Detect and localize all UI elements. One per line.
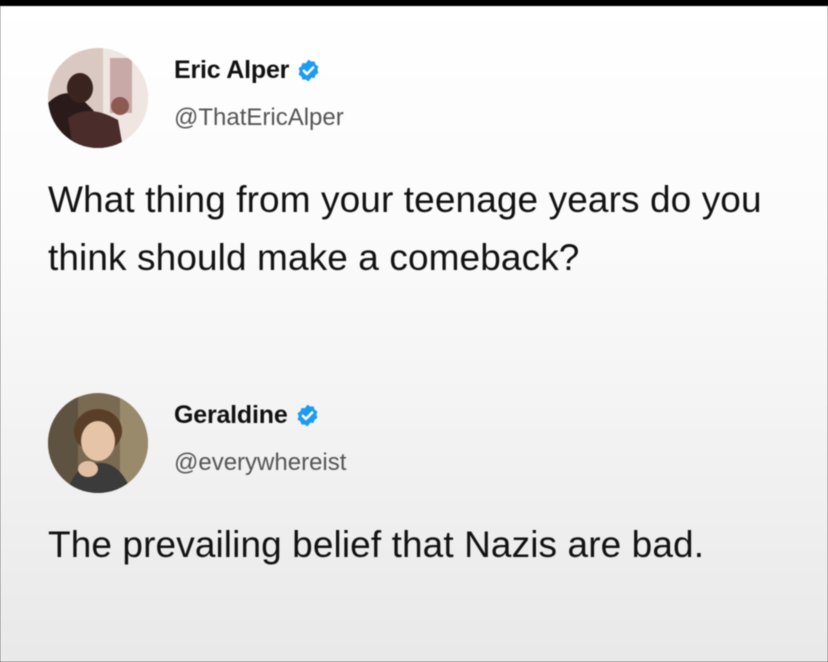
tweet-text: What thing from your teenage years do yo… [48,179,762,278]
avatar-eric-alper[interactable] [48,48,148,148]
verified-badge-icon [296,58,321,83]
tweet-text: The prevailing belief that Nazis are bad… [48,524,705,565]
display-name[interactable]: Geraldine [174,401,288,430]
display-name-row: Geraldine [174,401,320,430]
avatar-geraldine[interactable] [48,393,148,493]
profile-photo-icon [48,48,148,148]
screenshot-frame: Eric Alper @ThatEricAlper What thing fro… [0,0,828,662]
display-name-row: Eric Alper [174,56,321,85]
tweet-thread-card: Eric Alper @ThatEricAlper What thing fro… [0,6,828,662]
display-name[interactable]: Eric Alper [174,56,289,85]
user-handle[interactable]: @everywhereist [174,449,346,477]
profile-photo-icon [48,393,148,493]
verified-badge-icon [295,403,320,428]
user-handle[interactable]: @ThatEricAlper [174,104,344,132]
